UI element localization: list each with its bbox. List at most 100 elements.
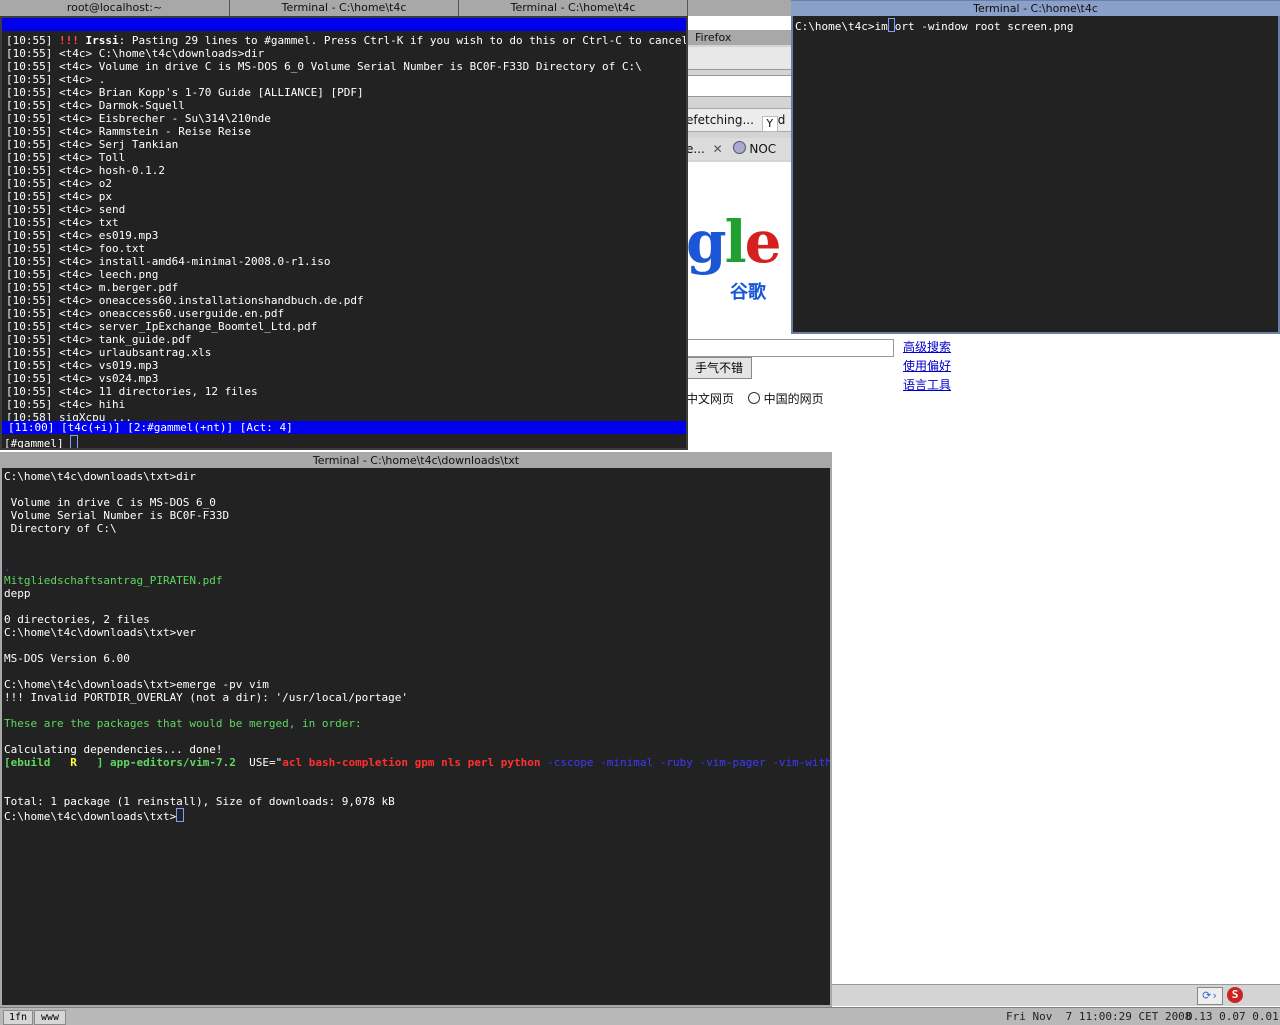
- firefox-title: Firefox: [695, 31, 732, 44]
- terminal-main-window: Terminal - C:\home\t4c\downloads\txt C:\…: [0, 452, 832, 1007]
- message-text: send: [98, 203, 126, 216]
- message-nick: <t4c>: [58, 346, 93, 359]
- irssi-line: [10:55] <t4c> es019.mp3: [6, 229, 158, 242]
- workspace-www[interactable]: www: [34, 1010, 66, 1025]
- message-timestamp: [10:55]: [6, 151, 53, 164]
- google-cn-logo: 谷歌: [730, 282, 766, 303]
- search-input[interactable]: [686, 339, 894, 357]
- message-timestamp: [10:55]: [6, 60, 53, 73]
- terminal-main[interactable]: C:\home\t4c\downloads\txt>dir Volume in …: [2, 468, 830, 1005]
- message-text: Rammstein - Reise Reise: [98, 125, 252, 138]
- message-timestamp: [10:55]: [6, 216, 53, 229]
- ebuild-tag: ebuild: [10, 756, 51, 769]
- prompt-text: C:\home\t4c\downloads\txt>: [4, 810, 177, 823]
- message-nick: <t4c>: [58, 372, 93, 385]
- im-feeling-lucky-button[interactable]: 手气不错: [686, 357, 752, 379]
- terminal-right[interactable]: C:\home\t4c>im ort -window root screen.pn…: [793, 16, 1278, 332]
- terminal-line: C:\home\t4c\downloads\txt>emerge -pv vim: [4, 678, 269, 691]
- message-nick: <t4c>: [58, 151, 93, 164]
- terminal-line: depp: [4, 587, 31, 600]
- irssi-line: [10:55] <t4c> Brian Kopp's 1-70 Guide [A…: [6, 86, 364, 99]
- message-nick: <t4c>: [58, 164, 93, 177]
- message-timestamp: [10:55]: [6, 372, 53, 385]
- message-nick: <t4c>: [58, 294, 93, 307]
- clock: Fri Nov 7 11:00:29 CET 2008: [1006, 1010, 1192, 1023]
- paste-warning-app: Irssi: [85, 34, 119, 47]
- bookmark-prefetching[interactable]: efetching...: [686, 113, 754, 127]
- message-text: foo.txt: [98, 242, 146, 255]
- tab-terminal-2[interactable]: Terminal - C:\home\t4c: [459, 0, 688, 16]
- language-tools-link[interactable]: 语言工具: [903, 378, 951, 392]
- browser-tab-label[interactable]: e...: [686, 142, 705, 156]
- message-nick: <t4c>: [58, 320, 93, 333]
- message-nick: <t4c>: [58, 190, 93, 203]
- firefox-window: Firefox efetching... Yd e... ✕ NOC gle 谷…: [686, 30, 792, 335]
- ebuild-flag: R: [70, 756, 77, 769]
- close-tab-icon[interactable]: ✕: [713, 142, 723, 156]
- irssi-input-line[interactable]: [#gammel]: [4, 435, 79, 448]
- message-text: Darmok-Squell: [98, 99, 185, 112]
- message-text: .: [98, 73, 106, 86]
- message-nick: <t4c>: [58, 242, 93, 255]
- irssi-status-bar: [11:00] [t4c(+i)] [2:#gammel(+nt)] [Act:…: [2, 421, 686, 434]
- message-text: server_IpExchange_Boomtel_Ltd.pdf: [98, 320, 318, 333]
- message-timestamp: [10:55]: [6, 398, 53, 411]
- ebuild-bracket-open: [: [4, 756, 11, 769]
- tab-root-terminal[interactable]: root@localhost:~: [0, 0, 230, 16]
- message-nick: <t4c>: [58, 203, 93, 216]
- message-nick: <t4c>: [58, 112, 93, 125]
- irssi-line: [10:55] <t4c> Rammstein - Reise Reise: [6, 125, 251, 138]
- noscript-icon[interactable]: S: [1227, 987, 1243, 1003]
- paste-warning-prefix: !!!: [58, 34, 79, 47]
- irssi-status-text: [11:00] [t4c(+i)] [2:#gammel(+nt)] [Act:…: [8, 421, 293, 434]
- irssi-terminal[interactable]: [10:55] !!! Irssi: Pasting 29 lines to #…: [2, 18, 686, 448]
- terminal-main-title[interactable]: Terminal - C:\home\t4c\downloads\txt: [0, 453, 832, 468]
- terminal-line: C:\home\t4c\downloads\txt>ver: [4, 626, 197, 639]
- radio-china-pages[interactable]: [747, 392, 760, 404]
- message-nick: <t4c>: [58, 216, 93, 229]
- panel-statusbar: 1fn www Fri Nov 7 11:00:29 CET 2008 0.13…: [0, 1007, 1280, 1025]
- terminal-right-command: ort -window root screen.png: [894, 20, 1074, 33]
- message-timestamp: [10:55]: [6, 294, 53, 307]
- radio-china-pages-label[interactable]: 中国的网页: [764, 392, 824, 406]
- message-timestamp: [10:55]: [6, 320, 53, 333]
- irssi-line: [10:55] <t4c> C:\home\t4c\downloads>dir: [6, 47, 264, 60]
- message-nick: <t4c>: [58, 60, 93, 73]
- message-text: es019.mp3: [98, 229, 159, 242]
- terminal-right-prompt: C:\home\t4c>im: [795, 20, 888, 33]
- terminal-line: Directory of C:\: [4, 522, 117, 535]
- message-timestamp: [10:55]: [6, 125, 53, 138]
- message-text: install-amd64-minimal-2008.0-r1.iso: [98, 255, 331, 268]
- message-text: vs024.mp3: [98, 372, 159, 385]
- message-text: hihi: [98, 398, 126, 411]
- terminal-line: C:\home\t4c\downloads\txt>dir: [4, 470, 197, 483]
- paste-warning-text: : Pasting 29 lines to #gammel. Press Ctr…: [118, 34, 686, 47]
- terminal-right-window: Terminal - C:\home\t4c C:\home\t4c>im ort…: [791, 0, 1280, 334]
- load-average: 0.13 0.07 0.01: [1186, 1010, 1279, 1023]
- address-bar[interactable]: [686, 75, 792, 97]
- workspace-1fn[interactable]: 1fn: [3, 1010, 33, 1025]
- irssi-line: [10:55] <t4c> urlaubsantrag.xls: [6, 346, 211, 359]
- terminal-line: MS-DOS Version 6.00: [4, 652, 130, 665]
- tab-terminal-1[interactable]: Terminal - C:\home\t4c: [230, 0, 459, 16]
- terminal-line: !!! Invalid PORTDIR_OVERLAY (not a dir):…: [4, 691, 408, 704]
- irssi-topic-bar: [2, 18, 686, 31]
- radio-chinese-pages-label[interactable]: 中文网页: [686, 392, 734, 406]
- irssi-line: [10:55] <t4c> server_IpExchange_Boomtel_…: [6, 320, 317, 333]
- message-text: o2: [98, 177, 112, 190]
- message-text: urlaubsantrag.xls: [98, 346, 212, 359]
- yahoo-icon[interactable]: Y: [761, 116, 778, 132]
- preferences-link[interactable]: 使用偏好: [903, 359, 951, 373]
- terminal-line: These are the packages that would be mer…: [4, 717, 362, 730]
- ebuild-bracket-close: ]: [96, 756, 104, 769]
- browser-tab-noc[interactable]: NOC: [749, 142, 776, 156]
- terminal-line: Calculating dependencies... done!: [4, 743, 223, 756]
- irssi-line: [10:55] <t4c> oneaccess60.userguide.en.p…: [6, 307, 284, 320]
- advanced-search-link[interactable]: 高级搜索: [903, 340, 951, 354]
- network-status-icon[interactable]: ⟳›: [1197, 987, 1223, 1005]
- terminal-right-title[interactable]: Terminal - C:\home\t4c: [791, 1, 1280, 16]
- use-prefix: USE=": [249, 756, 283, 769]
- irssi-line: [10:55] <t4c> install-amd64-minimal-2008…: [6, 255, 331, 268]
- message-nick: <t4c>: [58, 125, 93, 138]
- message-timestamp: [10:55]: [6, 268, 53, 281]
